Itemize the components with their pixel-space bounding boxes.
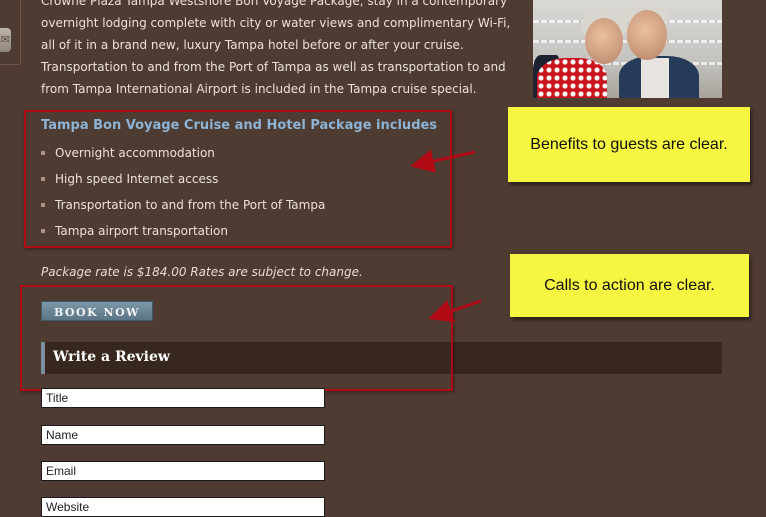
- review-website-field[interactable]: Website: [41, 497, 325, 517]
- benefits-highlight-box: [24, 110, 452, 248]
- review-email-field[interactable]: Email: [41, 461, 325, 481]
- callout-benefits-text: Benefits to guests are clear.: [530, 135, 728, 153]
- share-icon[interactable]: ✉: [0, 28, 11, 52]
- couple-photo: [533, 0, 722, 98]
- photo-woman-face: [585, 18, 623, 64]
- photo-man-shirt: [641, 58, 669, 98]
- callout-cta: Calls to action are clear.: [510, 254, 749, 317]
- left-rail: ✉: [0, 0, 21, 64]
- intro-paragraph: Crowne Plaza Tampa Westshore Bon Voyage …: [41, 0, 511, 96]
- cta-highlight-box: [20, 285, 453, 391]
- photo-woman-dress: [537, 58, 607, 98]
- review-name-field[interactable]: Name: [41, 425, 325, 445]
- left-rail-divider: [0, 64, 20, 65]
- package-rate: Package rate is $184.00 Rates are subjec…: [41, 265, 363, 279]
- callout-cta-text: Calls to action are clear.: [544, 276, 715, 294]
- review-title-field[interactable]: Title: [41, 388, 325, 408]
- photo-man-face: [627, 10, 667, 60]
- callout-benefits: Benefits to guests are clear.: [508, 107, 750, 182]
